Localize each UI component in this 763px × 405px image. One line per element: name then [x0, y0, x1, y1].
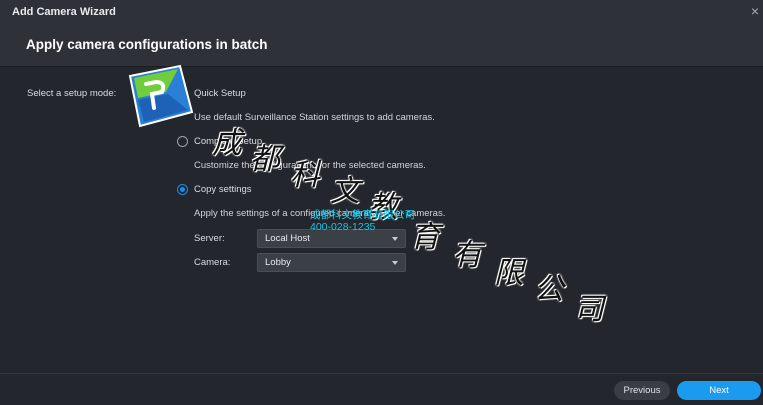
quick-setup-label[interactable]: Quick Setup [194, 88, 246, 99]
radio-complete-setup[interactable] [177, 136, 188, 147]
window-title: Add Camera Wizard [12, 6, 116, 18]
close-icon[interactable]: × [751, 3, 759, 19]
watermark-char: 司 [574, 292, 604, 327]
camera-label: Camera: [194, 257, 231, 268]
copy-settings-label[interactable]: Copy settings [194, 184, 252, 195]
watermark-char: 成 [212, 126, 242, 161]
title-bar: Add Camera Wizard × [0, 0, 763, 24]
wizard-header: Apply camera configurations in batch [0, 24, 763, 67]
watermark-char: 有 [452, 238, 482, 273]
setup-mode-label: Select a setup mode: [27, 88, 117, 99]
server-label: Server: [194, 233, 225, 244]
chevron-down-icon [392, 261, 398, 265]
watermark-company-cyan: 成都科文教育有限公司 [310, 209, 415, 221]
camera-value: Lobby [265, 257, 291, 268]
watermark-logo-icon [128, 64, 194, 128]
watermark-char: 都 [250, 142, 280, 177]
camera-select[interactable]: Lobby [257, 253, 406, 272]
previous-button[interactable]: Previous [614, 381, 670, 400]
next-button[interactable]: Next [677, 381, 761, 400]
page-title: Apply camera configurations in batch [26, 37, 268, 52]
watermark-char: 公 [534, 272, 564, 307]
watermark-char: 科 [290, 158, 320, 193]
watermark-char: 文 [330, 174, 360, 209]
watermark-char: 限 [494, 256, 524, 291]
watermark-phone-cyan: 400-028-1235 [310, 221, 376, 233]
chevron-down-icon [392, 237, 398, 241]
radio-copy-settings[interactable] [177, 184, 188, 195]
server-value: Local Host [265, 233, 310, 244]
